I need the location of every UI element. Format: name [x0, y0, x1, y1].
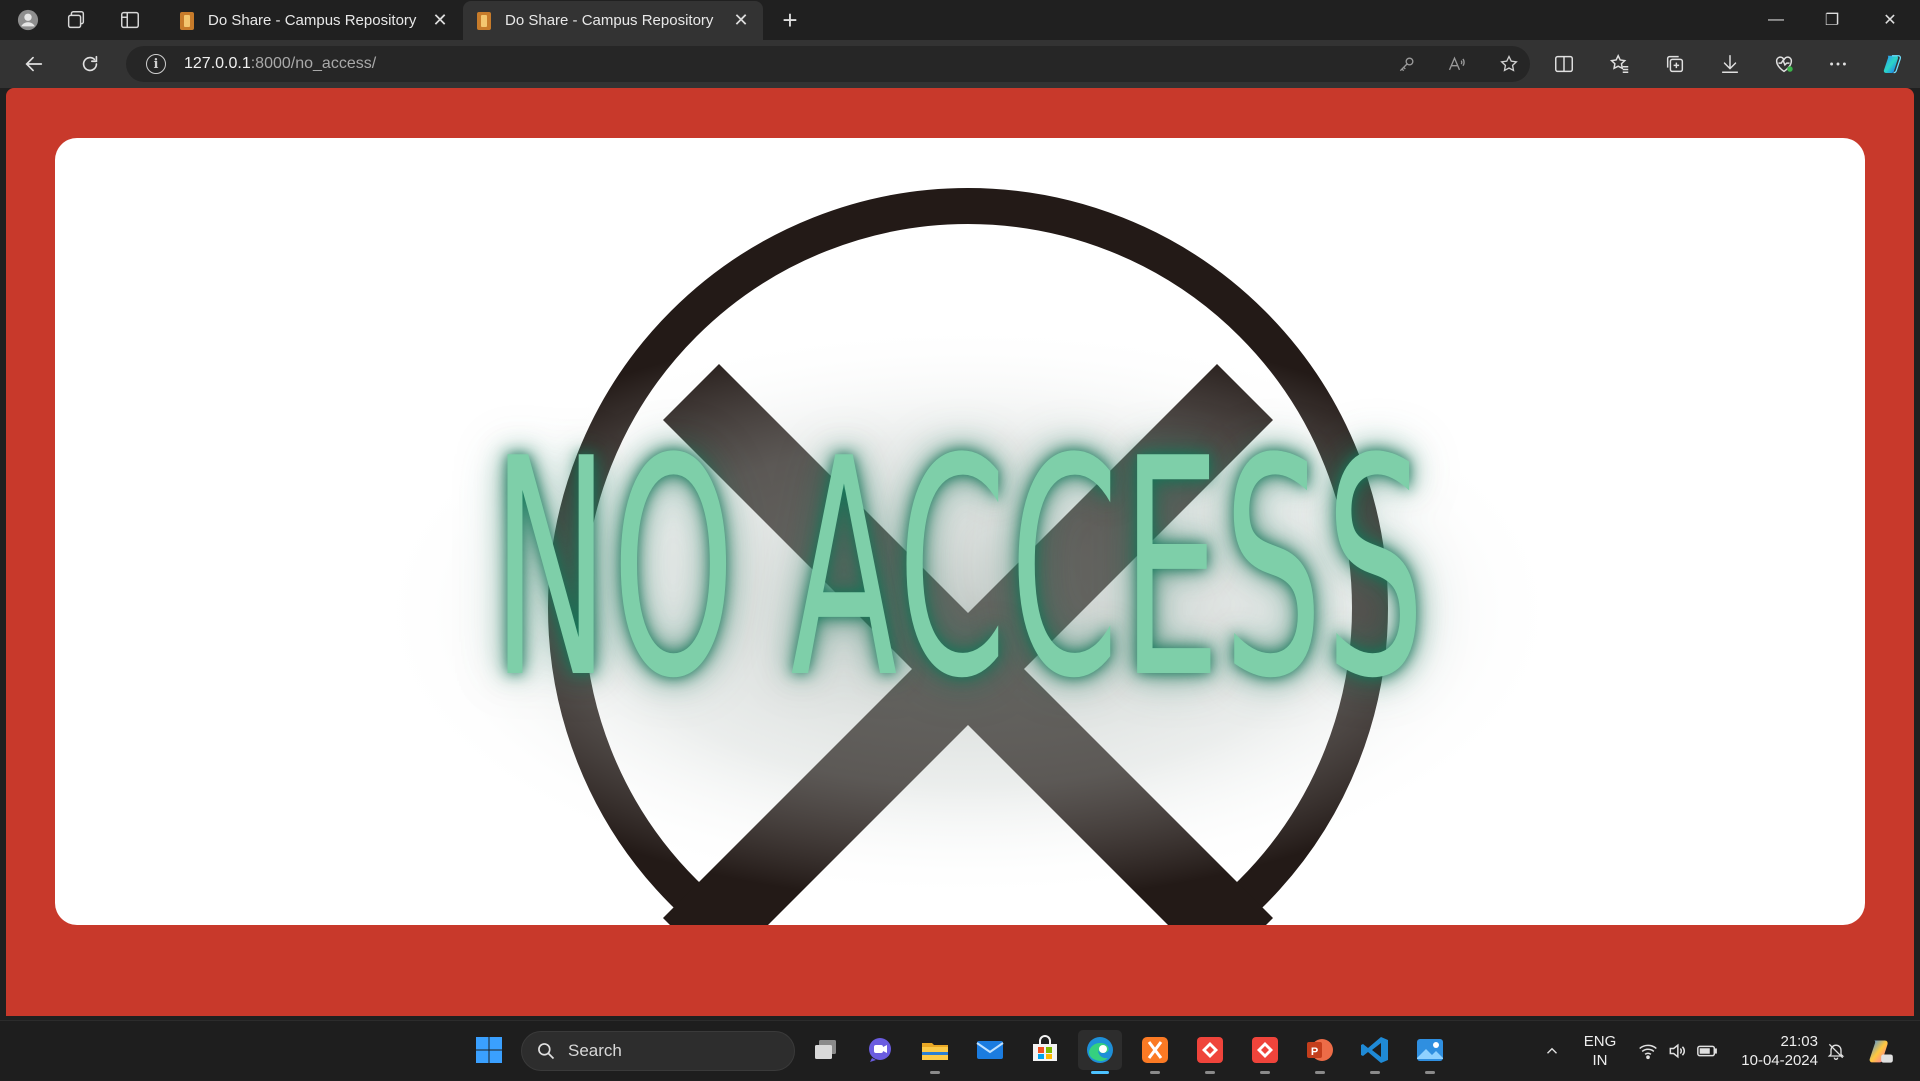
running-indicator	[1205, 1071, 1215, 1074]
svg-text:P: P	[1311, 1046, 1318, 1058]
anydesk-icon[interactable]	[1243, 1030, 1287, 1074]
site-favicon-icon	[180, 11, 194, 30]
running-indicator	[1370, 1071, 1380, 1074]
photos-icon[interactable]	[1408, 1030, 1452, 1074]
site-favicon-icon	[477, 11, 491, 30]
site-info-icon[interactable]: i	[146, 54, 166, 74]
tab-title: Do Share - Campus Repository	[505, 12, 714, 29]
taskbar-search[interactable]: Search	[521, 1031, 795, 1071]
start-button-icon[interactable]	[467, 1030, 511, 1070]
input-language-indicator[interactable]: ENG IN	[1574, 1021, 1626, 1081]
clock-time: 21:03	[1780, 1033, 1818, 1050]
downloads-icon[interactable]	[1710, 48, 1750, 80]
battery-icon[interactable]	[1692, 1021, 1722, 1081]
show-hidden-icons-chevron-icon[interactable]	[1538, 1021, 1566, 1081]
password-key-icon[interactable]	[1390, 54, 1424, 74]
running-indicator	[1315, 1071, 1325, 1074]
wifi-icon[interactable]	[1634, 1021, 1662, 1081]
read-aloud-icon[interactable]	[1440, 54, 1474, 74]
no-access-card: NO ACCESS	[55, 138, 1865, 925]
url-text[interactable]: 127.0.0.1:8000/no_access/	[184, 55, 376, 73]
running-indicator	[1150, 1071, 1160, 1074]
file-explorer-icon[interactable]	[913, 1030, 957, 1074]
new-tab-button[interactable]: +	[774, 5, 806, 35]
microsoft-store-icon[interactable]	[1023, 1030, 1067, 1070]
clock-date: 10-04-2024	[1741, 1052, 1818, 1069]
tab-inactive[interactable]: Do Share - Campus Repository ✕	[166, 1, 462, 40]
meet-chat-icon[interactable]	[858, 1030, 902, 1070]
notification-bell-icon[interactable]	[1822, 1021, 1850, 1081]
volume-icon[interactable]	[1663, 1021, 1691, 1081]
refresh-button[interactable]	[72, 48, 108, 80]
running-indicator	[1091, 1071, 1109, 1074]
split-screen-icon[interactable]	[1544, 48, 1584, 80]
taskbar: Search P ENG IN 21:03 10-04-2024	[0, 1020, 1920, 1080]
running-indicator	[930, 1071, 940, 1074]
running-indicator	[1260, 1071, 1270, 1074]
no-access-banner: NO ACCESS	[492, 395, 1428, 744]
page-viewport: NO ACCESS	[6, 88, 1914, 1016]
anydesk-icon[interactable]	[1188, 1030, 1232, 1074]
back-button[interactable]	[16, 48, 52, 80]
minimize-button[interactable]: —	[1748, 0, 1804, 40]
address-bar[interactable]: i 127.0.0.1:8000/no_access/	[126, 46, 1530, 82]
tab-close-icon[interactable]: ✕	[428, 9, 452, 33]
search-placeholder: Search	[568, 1041, 622, 1060]
favorite-star-icon[interactable]	[1492, 54, 1526, 74]
more-options-icon[interactable]	[1818, 48, 1858, 80]
tab-close-icon[interactable]: ✕	[729, 9, 753, 33]
copilot-icon[interactable]	[1872, 48, 1912, 80]
running-indicator	[1425, 1071, 1435, 1074]
task-view-icon[interactable]	[804, 1030, 848, 1070]
tab-active[interactable]: Do Share - Campus Repository ✕	[463, 1, 763, 40]
browser-essentials-icon[interactable]	[1764, 48, 1804, 80]
mail-icon[interactable]	[968, 1030, 1012, 1070]
edge-browser-icon[interactable]	[1078, 1030, 1122, 1074]
xampp-icon[interactable]	[1133, 1030, 1177, 1074]
vscode-icon[interactable]	[1353, 1030, 1397, 1074]
powerpoint-icon[interactable]: P	[1298, 1030, 1342, 1074]
favorites-icon[interactable]	[1600, 48, 1640, 80]
collections-icon[interactable]	[1655, 48, 1695, 80]
profile-avatar-icon[interactable]	[8, 6, 48, 34]
restore-button[interactable]: ❐	[1804, 0, 1860, 40]
vertical-tabs-icon[interactable]	[110, 6, 150, 34]
window-close-button[interactable]: ✕	[1862, 0, 1918, 40]
tab-strip: Do Share - Campus Repository ✕ Do Share …	[0, 0, 1920, 40]
copilot-taskbar-icon[interactable]	[1860, 1021, 1900, 1081]
clock[interactable]: 21:03 10-04-2024	[1734, 1021, 1818, 1081]
toolbar: i 127.0.0.1:8000/no_access/	[0, 40, 1920, 88]
search-icon	[538, 1043, 555, 1060]
workspaces-icon[interactable]	[56, 6, 96, 34]
tab-title: Do Share - Campus Repository	[208, 12, 417, 29]
